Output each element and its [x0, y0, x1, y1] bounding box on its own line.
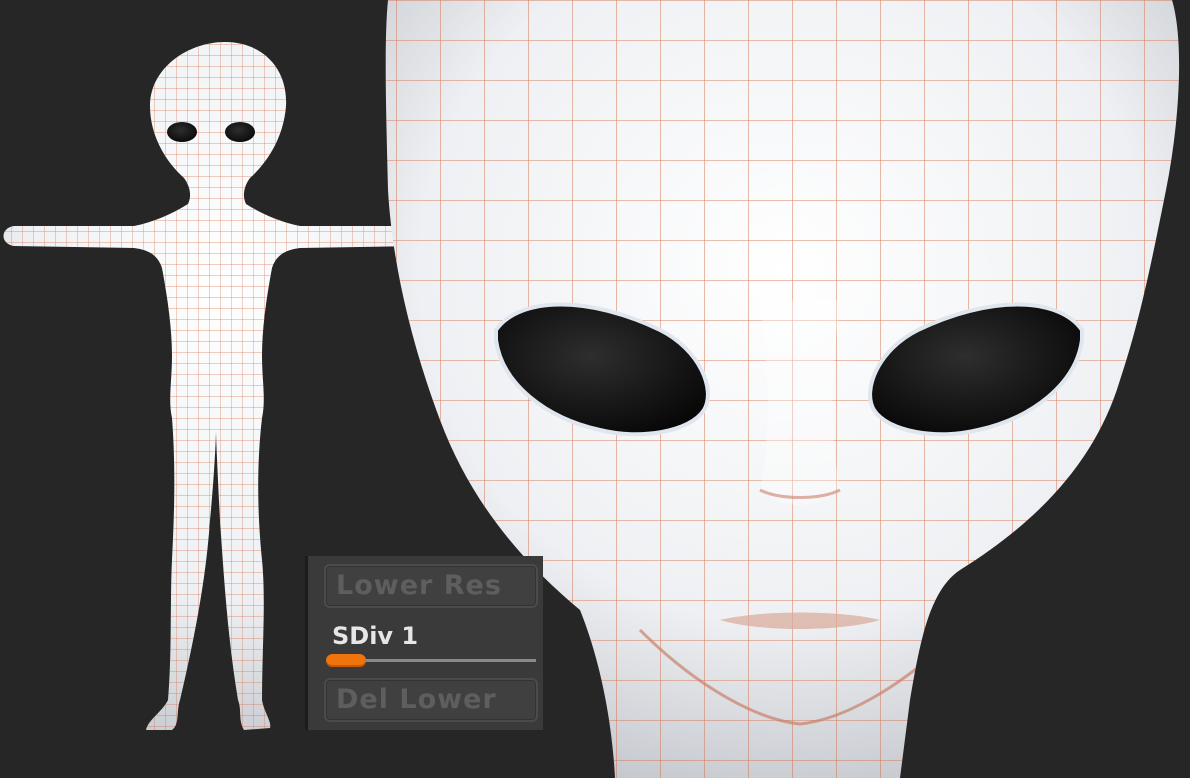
zbrush-viewport[interactable]: Lower Res SDiv 1 Del Lower [0, 0, 1190, 778]
body-right-eye [225, 122, 255, 142]
sdiv-slider-handle[interactable] [326, 654, 366, 667]
alien-render [3, 0, 1180, 778]
sdiv-slider[interactable] [326, 654, 536, 667]
sdiv-label: SDiv 1 [332, 622, 419, 650]
geometry-subdivision-panel: Lower Res SDiv 1 Del Lower [305, 556, 543, 730]
del-lower-button[interactable]: Del Lower [324, 678, 538, 722]
body-left-eye [167, 122, 197, 142]
lower-res-button[interactable]: Lower Res [324, 564, 538, 608]
